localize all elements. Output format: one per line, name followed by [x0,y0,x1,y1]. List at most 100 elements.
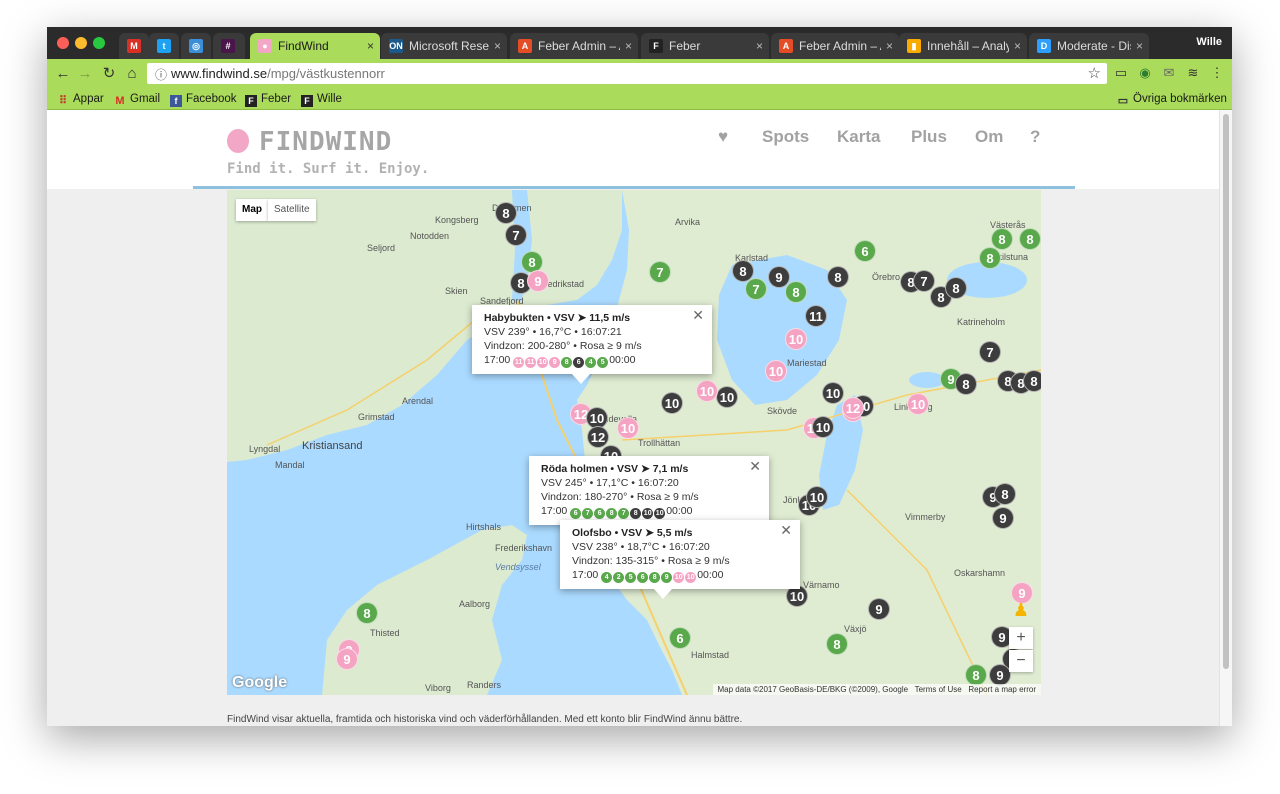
home-icon[interactable]: ⌂ [122,64,142,84]
scrollbar-thumb[interactable] [1223,114,1229,669]
wind-map[interactable]: DrammenKongsbergNotoddenSeljordSkienSand… [227,190,1041,695]
wind-spot-marker[interactable]: 6 [669,627,691,649]
bookmark-feber[interactable]: F Feber [245,91,291,107]
wind-spot-marker[interactable]: 8 [827,266,849,288]
wind-spot-marker[interactable]: 8 [356,602,378,624]
wind-spot-marker[interactable]: 7 [505,224,527,246]
nav-karta[interactable]: Karta [837,127,880,147]
wind-spot-marker[interactable]: 12 [587,426,609,448]
address-bar[interactable]: ⓘ www.findwind.se/mpg/västkustennorr ☆ [147,63,1107,84]
bookmark-star-icon[interactable]: ☆ [1088,64,1101,82]
tab-disqus[interactable]: D Moderate - Disqu × [1029,33,1149,59]
spot-info-popup[interactable]: Habybukten • VSV ➤ 11,5 m/s VSV 239° • 16… [472,305,712,384]
bookmark-facebook[interactable]: f Facebook [170,91,237,107]
minimize-window-button[interactable] [75,37,87,49]
wind-spot-marker[interactable]: 8 [991,228,1013,250]
wind-spot-marker[interactable]: 7 [979,341,1001,363]
wind-spot-marker[interactable]: 10 [617,417,639,439]
wind-spot-marker[interactable]: 9 [868,598,890,620]
tab-gmail[interactable]: M [119,33,149,59]
cast-icon[interactable]: ▭ [1113,65,1129,81]
tab-close-icon[interactable]: × [367,33,374,59]
popup-close-icon[interactable]: ✕ [749,459,761,473]
wind-spot-marker[interactable]: 6 [854,240,876,262]
nav-spots[interactable]: Spots [762,127,809,147]
back-arrow-icon[interactable]: ← [53,64,73,84]
report-map-error-link[interactable]: Report a map error [968,685,1036,694]
tab-close-icon[interactable]: × [1136,33,1143,59]
bookmark-gmail[interactable]: M Gmail [114,91,160,107]
site-logo[interactable]: FINDWIND [259,127,392,157]
wind-spot-marker[interactable]: 10 [765,360,787,382]
map-view-button[interactable]: Map [236,199,268,221]
tab-feber[interactable]: F Feber × [641,33,769,59]
tab-close-icon[interactable]: × [756,33,763,59]
mail-extension-icon[interactable]: ✉ [1161,65,1177,81]
tab-twitter[interactable]: t [149,33,179,59]
tab-slack[interactable]: # [213,33,245,59]
wind-spot-marker[interactable]: 10 [812,416,834,438]
findwind-logo-icon[interactable] [227,129,249,153]
spot-info-popup[interactable]: Olofsbo • VSV ➤ 5,5 m/s VSV 238° • 18,7°C… [560,520,800,599]
bookmark-appar[interactable]: ⠿ Appar [57,91,104,107]
popup-close-icon[interactable]: ✕ [780,523,792,537]
tab-close-icon[interactable]: × [886,33,893,59]
wind-spot-marker[interactable]: 10 [716,386,738,408]
spot-info-popup[interactable]: Röda holmen • VSV ➤ 7,1 m/s VSV 245° • 17… [529,456,769,535]
zoom-in-button[interactable]: + [1009,627,1033,649]
wind-spot-marker[interactable]: 10 [785,328,807,350]
wind-spot-marker[interactable]: 9 [989,664,1011,686]
wind-spot-marker[interactable]: 8 [955,373,977,395]
forward-arrow-icon[interactable]: → [75,64,95,84]
favorites-heart-icon[interactable]: ♥ [718,127,728,147]
menu-dots-icon[interactable]: ⋮ [1209,65,1225,81]
tab-close-icon[interactable]: × [1014,33,1021,59]
tab-microsoft-research[interactable]: ON Microsoft Research × [381,33,507,59]
tab-close-icon[interactable]: × [625,33,632,59]
tab-close-icon[interactable]: × [494,33,501,59]
wind-spot-marker[interactable]: 8 [979,247,1001,269]
extension-green-icon[interactable]: ◉ [1137,65,1153,81]
close-window-button[interactable] [57,37,69,49]
wind-spot-marker[interactable]: 8 [1023,370,1041,392]
wind-spot-marker[interactable]: 8 [785,281,807,303]
info-icon[interactable]: ⓘ [155,66,167,83]
wind-spot-marker[interactable]: 7 [649,261,671,283]
wind-spot-marker[interactable]: 10 [907,393,929,415]
wind-spot-marker[interactable]: 7 [745,278,767,300]
street-view-pegman-icon[interactable]: ♟ [1009,599,1033,621]
wind-spot-marker[interactable]: 8 [965,664,987,686]
bookmark-wille[interactable]: F Wille [301,91,342,107]
tab-feber-admin-2[interactable]: A Feber Admin – Ar × [771,33,899,59]
popup-close-icon[interactable]: ✕ [692,308,704,322]
wind-spot-marker[interactable]: 10 [696,380,718,402]
zoom-out-button[interactable]: − [1009,650,1033,672]
wind-spot-marker[interactable]: 11 [805,305,827,327]
maximize-window-button[interactable] [93,37,105,49]
wind-spot-marker[interactable]: 8 [945,277,967,299]
wind-spot-marker[interactable]: 8 [495,202,517,224]
satellite-view-button[interactable]: Satellite [268,199,316,221]
nav-help[interactable]: ? [1030,127,1040,147]
wind-spot-marker[interactable]: 8 [826,633,848,655]
page-scrollbar[interactable] [1219,110,1232,726]
tab-rss[interactable]: ◎ [181,33,211,59]
wind-spot-marker[interactable]: 8 [1019,228,1041,250]
wind-spot-marker[interactable]: 9 [336,648,358,670]
layers-extension-icon[interactable]: ≋ [1185,65,1201,81]
nav-plus[interactable]: Plus [911,127,947,147]
wind-spot-marker[interactable]: 7 [913,270,935,292]
wind-spot-marker[interactable]: 8 [994,483,1016,505]
profile-button[interactable]: Wille [1196,36,1222,48]
terms-of-use-link[interactable]: Terms of Use [915,685,962,694]
tab-analytics[interactable]: ▮ Innehåll – Analyti × [899,33,1027,59]
reload-icon[interactable]: ↻ [99,64,119,84]
wind-spot-marker[interactable]: 12 [842,397,864,419]
other-bookmarks[interactable]: ▭ Övriga bokmärken [1117,91,1227,107]
wind-spot-marker[interactable]: 10 [806,486,828,508]
tab-findwind[interactable]: ● FindWind × [250,33,380,59]
nav-om[interactable]: Om [975,127,1003,147]
wind-spot-marker[interactable]: 9 [992,507,1014,529]
wind-spot-marker[interactable]: 9 [527,270,549,292]
tab-feber-admin-1[interactable]: A Feber Admin – Ar × [510,33,638,59]
